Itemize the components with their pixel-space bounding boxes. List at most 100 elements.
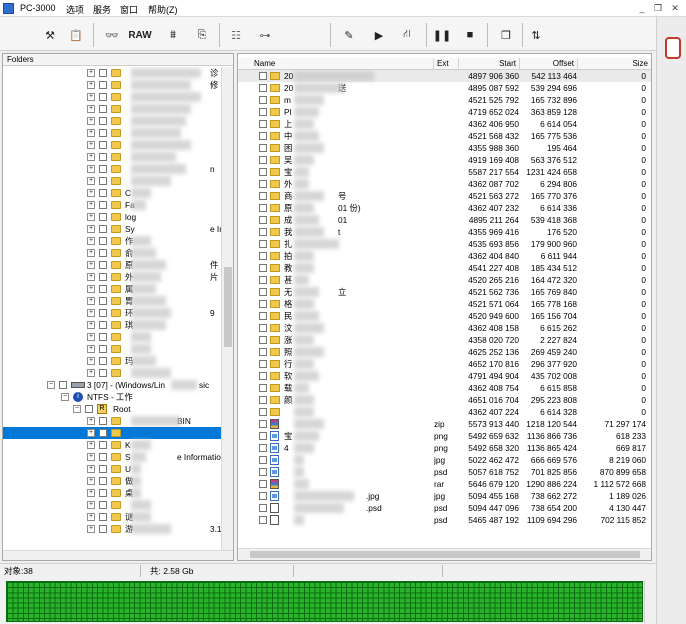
file-checkbox[interactable]	[259, 264, 267, 272]
expand-icon[interactable]: +	[87, 417, 95, 425]
file-checkbox[interactable]	[259, 108, 267, 116]
expand-icon[interactable]: +	[87, 465, 95, 473]
file-checkbox[interactable]	[259, 156, 267, 164]
tree-item[interactable]: + 环 9	[3, 307, 221, 319]
tree-item[interactable]: + 修	[3, 79, 221, 91]
file-row[interactable]: 民 4520 949 600 165 156 704 0	[238, 310, 651, 322]
file-checkbox[interactable]	[259, 96, 267, 104]
tree-checkbox[interactable]	[99, 141, 107, 149]
tree-checkbox[interactable]	[99, 237, 107, 245]
tree-checkbox[interactable]	[99, 429, 107, 437]
tree-item[interactable]: +	[3, 103, 221, 115]
file-checkbox[interactable]	[259, 216, 267, 224]
tree-item[interactable]: +	[3, 139, 221, 151]
tree-item[interactable]: + 玛	[3, 355, 221, 367]
sort-icon[interactable]: ⇅	[527, 24, 545, 46]
tree-checkbox[interactable]	[99, 273, 107, 281]
close-icon[interactable]: ✕	[669, 2, 681, 14]
tree-checkbox[interactable]	[99, 297, 107, 305]
export-icon[interactable]: ⎘	[191, 24, 213, 46]
tree-item[interactable]: + 游 3.1	[3, 523, 221, 535]
file-checkbox[interactable]	[259, 384, 267, 392]
tree-checkbox[interactable]	[99, 345, 107, 353]
tree-item[interactable]: +	[3, 367, 221, 379]
file-checkbox[interactable]	[259, 348, 267, 356]
tree-checkbox[interactable]	[99, 105, 107, 113]
grid-scrollbar[interactable]	[644, 580, 653, 623]
tree-checkbox[interactable]	[99, 321, 107, 329]
tree-item[interactable]: + 胃	[3, 295, 221, 307]
expand-icon[interactable]: +	[87, 165, 95, 173]
file-checkbox[interactable]	[259, 252, 267, 260]
tree-checkbox[interactable]	[99, 525, 107, 533]
file-row[interactable]: 行 4652 170 816 296 377 920 0	[238, 358, 651, 370]
tree-item[interactable]: + Sy e Information	[3, 223, 221, 235]
file-row[interactable]: zip 5573 913 440 1218 120 544 71 297 174	[238, 418, 651, 430]
file-row[interactable]: 商 号 4521 563 272 165 770 376 0	[238, 190, 651, 202]
file-row[interactable]: 涨 4358 020 720 2 227 824 0	[238, 334, 651, 346]
file-checkbox[interactable]	[259, 516, 267, 524]
expand-icon[interactable]: +	[87, 81, 95, 89]
tree-checkbox[interactable]	[99, 489, 107, 497]
file-row[interactable]: 4362 407 224 6 614 328 0	[238, 406, 651, 418]
expand-icon[interactable]: +	[87, 309, 95, 317]
file-checkbox[interactable]	[259, 480, 267, 488]
tree-item[interactable]: + log	[3, 211, 221, 223]
tree-checkbox[interactable]	[99, 513, 107, 521]
file-row[interactable]: 宝 5587 217 554 1231 424 658 0	[238, 166, 651, 178]
tree-checkbox[interactable]	[99, 285, 107, 293]
tree-checkbox[interactable]	[99, 417, 107, 425]
tree-checkbox[interactable]	[99, 501, 107, 509]
tree-item[interactable]: +	[3, 175, 221, 187]
file-row[interactable]: 20送4895 087 592539 294 6960	[238, 82, 651, 94]
tree-vertical-scrollbar[interactable]	[221, 67, 233, 552]
file-checkbox[interactable]	[259, 372, 267, 380]
collapse-icon[interactable]: −	[73, 405, 81, 413]
column-name[interactable]: Name	[238, 58, 434, 70]
tree-item[interactable]: + K	[3, 439, 221, 451]
file-row[interactable]: 照 4625 252 136 269 459 240 0	[238, 346, 651, 358]
tree-item[interactable]: +	[3, 343, 221, 355]
file-row[interactable]: rar 5646 679 120 1290 886 224 1 112 572 668	[238, 478, 651, 490]
device-icon[interactable]	[665, 37, 681, 59]
tools-icon[interactable]: ⚒	[40, 24, 60, 46]
expand-icon[interactable]: +	[87, 333, 95, 341]
expand-icon[interactable]: +	[87, 249, 95, 257]
file-checkbox[interactable]	[259, 432, 267, 440]
minimize-icon[interactable]: _	[636, 2, 648, 14]
binoculars-icon[interactable]: 👓	[101, 24, 123, 46]
file-checkbox[interactable]	[259, 288, 267, 296]
collapse-icon[interactable]: −	[61, 393, 69, 401]
tree-checkbox[interactable]	[99, 177, 107, 185]
tree-item[interactable]: + C	[3, 187, 221, 199]
pause-icon[interactable]: ❚❚	[433, 24, 451, 46]
tree-checkbox[interactable]	[99, 357, 107, 365]
expand-icon[interactable]: +	[87, 501, 95, 509]
column-start[interactable]: Start	[459, 58, 520, 70]
tree-icon[interactable]: ☷	[225, 24, 247, 46]
tree-item[interactable]: + 做	[3, 475, 221, 487]
expand-icon[interactable]: +	[87, 189, 95, 197]
stack-icon[interactable]: ⩩	[162, 24, 184, 46]
expand-icon[interactable]: +	[87, 273, 95, 281]
file-checkbox[interactable]	[259, 360, 267, 368]
tree-item[interactable]: +	[3, 91, 221, 103]
tree-checkbox[interactable]	[59, 381, 67, 389]
menu-services[interactable]: 服务	[93, 3, 111, 16]
file-row[interactable]: 载 4362 408 754 6 615 858 0	[238, 382, 651, 394]
file-checkbox[interactable]	[259, 204, 267, 212]
file-row[interactable]: Pl 4719 652 024 363 859 128 0	[238, 106, 651, 118]
tree-checkbox[interactable]	[99, 225, 107, 233]
file-checkbox[interactable]	[259, 180, 267, 188]
file-row[interactable]: .jpg jpg 5094 455 168 738 662 272 1 189 026	[238, 490, 651, 502]
tree-horizontal-scrollbar[interactable]	[3, 550, 233, 560]
file-row[interactable]: 上 4362 406 950 6 614 054 0	[238, 118, 651, 130]
column-ext[interactable]: Ext	[434, 58, 459, 70]
scroll-thumb[interactable]	[224, 267, 232, 347]
menu-options[interactable]: 选项	[66, 3, 84, 16]
file-checkbox[interactable]	[259, 192, 267, 200]
tree-checkbox[interactable]	[99, 69, 107, 77]
tree-checkbox[interactable]	[99, 249, 107, 257]
network-icon[interactable]: ⛙	[395, 24, 419, 46]
expand-icon[interactable]: +	[87, 237, 95, 245]
